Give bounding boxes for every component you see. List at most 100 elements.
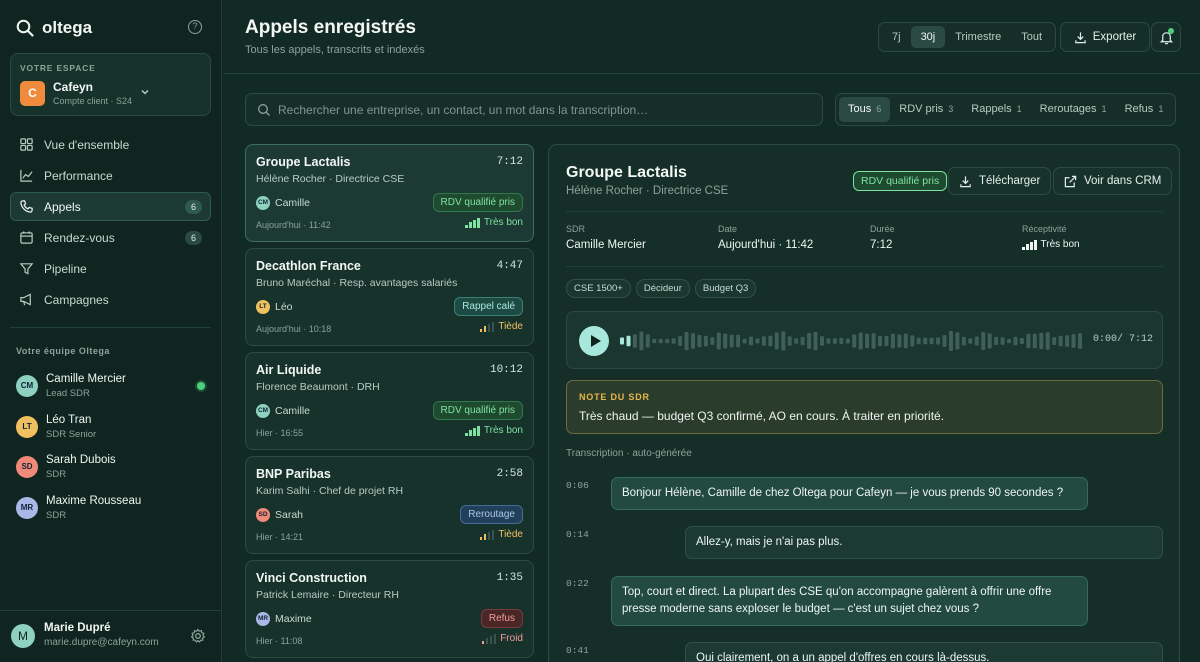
waveform-bar [820,336,824,346]
crm-label: Voir dans CRM [1084,175,1162,187]
help-icon[interactable]: ? [188,20,202,34]
download-icon [960,175,971,187]
period-option-selected[interactable]: 30j [910,26,946,48]
gear-icon[interactable] [190,628,206,644]
filter-callbacks[interactable]: Rappels 1 [962,97,1030,122]
nav-item-overview[interactable]: Vue d'ensemble [10,130,211,159]
user-email: marie.dupre@cafeyn.com [44,637,159,648]
workspace-avatar: C [20,81,45,106]
filter-count: 1 [1158,104,1164,114]
meta-value: Très bon [1040,239,1080,250]
tag[interactable]: CSE 1500+ [566,279,631,298]
nav-item-performance[interactable]: Performance [10,161,211,190]
waveform-bar [1052,337,1057,345]
tag[interactable]: Budget Q3 [694,279,757,298]
avatar: SD [16,456,38,478]
waveform-bar [858,332,863,350]
filter-label: Tous [848,103,872,115]
signal-bars-icon [1022,239,1037,250]
message-timestamp: 0:22 [566,578,589,589]
meta-date: Date Aujourd'hui · 11:42 [718,224,813,251]
logo[interactable]: oltega [16,18,92,38]
search-input[interactable] [278,94,813,125]
period-option[interactable]: 7j [882,26,911,48]
status-filters: Tous 6 RDV pris 3 Rappels 1 Reroutages 1 Ref… [835,93,1177,126]
call-company: Vinci Construction [256,571,367,585]
play-button[interactable] [579,326,609,356]
calendar-icon [20,231,33,244]
notification-dot [1168,28,1174,34]
filter-all[interactable]: Tous 6 [839,97,891,122]
team-member[interactable]: SD Sarah Dubois SDR [16,451,211,492]
waveform-bar [787,336,792,346]
status-badge: Rappel calé [454,297,523,316]
waveform-bar [871,333,876,349]
call-duration: 2:58 [496,468,523,480]
tag[interactable]: Décideur [635,279,690,298]
signal-bars-icon [479,529,495,540]
period-option[interactable]: Trimestre [945,26,1011,48]
call-duration: 7:12 [496,156,523,168]
waveform-scrubber[interactable] [620,327,1082,355]
sidebar: oltega ? VOTRE ESPACE C Cafeyn Compte cl… [0,0,222,662]
receptivity-label: Très bon [483,217,523,228]
workspace-switcher[interactable]: VOTRE ESPACE C Cafeyn Compte client · S2… [10,53,211,116]
workspace-name: Cafeyn [53,80,94,94]
nav-item-appointments[interactable]: Rendez-vous 6 [10,223,211,252]
search-icon [258,104,270,116]
filter-reroutes[interactable]: Reroutages 1 [1031,97,1116,122]
member-role: Lead SDR [46,388,90,399]
receptivity-label: Froid [500,633,523,644]
user-avatar[interactable]: M [11,624,35,648]
team-member[interactable]: CM Camille Mercier Lead SDR [16,370,211,411]
nav-item-calls[interactable]: Appels 6 [10,192,211,221]
waveform-bar [1078,333,1082,349]
call-card-selected[interactable]: Groupe Lactalis 7:12 Hélène Rocher · Dir… [245,144,534,242]
main-content: Appels enregistrés Tous les appels, tran… [223,0,1200,662]
waveform-bar [620,337,624,345]
call-duration: 1:35 [496,572,523,584]
receptivity-label: Tiède [498,529,523,540]
team-caption: Votre équipe Oltega [16,346,110,356]
call-time: Aujourd'hui · 10:18 [256,324,332,334]
call-card[interactable]: BNP Paribas 2:58 Karim Salhi · Chef de p… [245,456,534,554]
transcript-message-sdr: Top, court et direct. La plupart des CSE… [611,576,1088,626]
main-nav: Vue d'ensemble Performance Appels 6 Rend… [10,130,211,316]
export-button[interactable]: Exporter [1060,22,1150,52]
nav-item-pipeline[interactable]: Pipeline [10,254,211,283]
message-timestamp: 0:06 [566,480,589,491]
download-button[interactable]: Télécharger [948,167,1052,195]
waveform-bar [903,333,908,349]
waveform-bar [645,334,650,348]
filter-refusals[interactable]: Refus 1 [1116,97,1173,122]
filter-rdv[interactable]: RDV pris 3 [890,97,962,122]
waveform-bar [910,335,915,347]
waveform-bar [1032,333,1037,349]
waveform-bar [652,338,657,344]
waveform-bar [845,338,850,344]
nav-badge: 6 [185,231,202,245]
notifications-button[interactable] [1151,22,1181,52]
team-member[interactable]: MR Maxime Rousseau SDR [16,492,211,533]
call-contact: Florence Beaumont · DRH [256,381,380,393]
receptivity-label: Tiède [498,321,523,332]
waveform-bar [665,338,670,344]
member-role: SDR [46,509,67,521]
call-card[interactable]: Decathlon France 4:47 Bruno Maréchal · R… [245,248,534,346]
nav-label: Pipeline [44,261,87,276]
call-card[interactable]: Air Liquide 10:12 Florence Beaumont · DR… [245,352,534,450]
status-badge: Refus [480,609,523,628]
period-option[interactable]: Tout [1011,26,1052,48]
nav-item-campaigns[interactable]: Campagnes [10,285,211,314]
waveform-bar [1071,334,1076,348]
waveform-bar [987,333,992,349]
call-card[interactable]: Vinci Construction 1:35 Patrick Lemaire … [245,560,534,658]
waveform-bar [955,332,960,350]
filter-count: 1 [1016,104,1022,114]
member-role: SDR [46,469,67,480]
team-list: CM Camille Mercier Lead SDR LT Léo Tran … [16,370,211,532]
team-member[interactable]: LT Léo Tran SDR Senior [16,411,211,452]
transcript-caption: Transcription · auto-générée [566,448,692,459]
view-in-crm-button[interactable]: Voir dans CRM [1053,167,1173,195]
waveform-bar [1000,337,1005,345]
